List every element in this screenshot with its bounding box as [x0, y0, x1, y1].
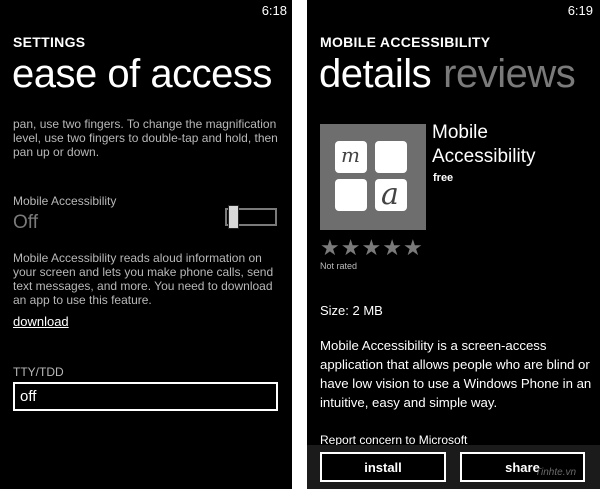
- star-icon: ★: [382, 235, 403, 260]
- app-description: Mobile Accessibility is a screen-access …: [320, 338, 592, 410]
- rating-text: Not rated: [320, 261, 358, 271]
- app-title: MOBILE ACCESSIBILITY: [320, 34, 491, 50]
- status-clock: 6:19: [567, 3, 593, 18]
- icon-tile: m: [335, 141, 367, 173]
- icon-tile: [375, 141, 407, 173]
- magnifier-help-text: pan, use two fingers. To change the magn…: [13, 117, 278, 159]
- app-title: SETTINGS: [13, 34, 86, 50]
- mobile-accessibility-label: Mobile Accessibility: [13, 194, 117, 208]
- tty-select[interactable]: off: [13, 382, 278, 411]
- mobile-accessibility-toggle[interactable]: [225, 205, 277, 229]
- page-title: ease of access: [12, 52, 272, 96]
- settings-screen: 6:18 SETTINGS ease of access pan, use tw…: [0, 0, 292, 489]
- icon-tile: [335, 179, 367, 211]
- watermark: Tinhte.vn: [535, 467, 577, 478]
- tab-details[interactable]: details: [319, 52, 432, 96]
- star-icon: ★: [402, 235, 424, 260]
- mobile-accessibility-status: Off: [13, 212, 38, 233]
- toggle-knob[interactable]: [228, 205, 239, 229]
- app-icon: m a: [320, 124, 426, 230]
- mobile-accessibility-description: Mobile Accessibility reads aloud informa…: [13, 251, 274, 307]
- star-icon: ★: [361, 235, 383, 260]
- install-button[interactable]: install: [320, 452, 446, 482]
- price: free: [433, 172, 454, 184]
- status-clock: 6:18: [261, 3, 287, 18]
- icon-letter-a: a: [381, 177, 399, 212]
- star-icon: ★: [320, 235, 341, 260]
- download-link[interactable]: download: [13, 314, 69, 329]
- star-icon: ★: [340, 235, 362, 260]
- rating-stars: ★★★★★: [320, 235, 424, 261]
- tty-label: TTY/TDD: [13, 365, 64, 379]
- tab-reviews[interactable]: reviews: [443, 52, 576, 96]
- app-name: Mobile Accessibility: [432, 122, 536, 167]
- divider: [292, 0, 307, 489]
- icon-tile: a: [375, 177, 407, 212]
- icon-letter-m: m: [341, 143, 360, 167]
- app-size: Size: 2 MB: [320, 303, 383, 318]
- pivot-header: details reviews: [319, 52, 576, 97]
- marketplace-screen: 6:19 MOBILE ACCESSIBILITY details reviews…: [307, 0, 600, 489]
